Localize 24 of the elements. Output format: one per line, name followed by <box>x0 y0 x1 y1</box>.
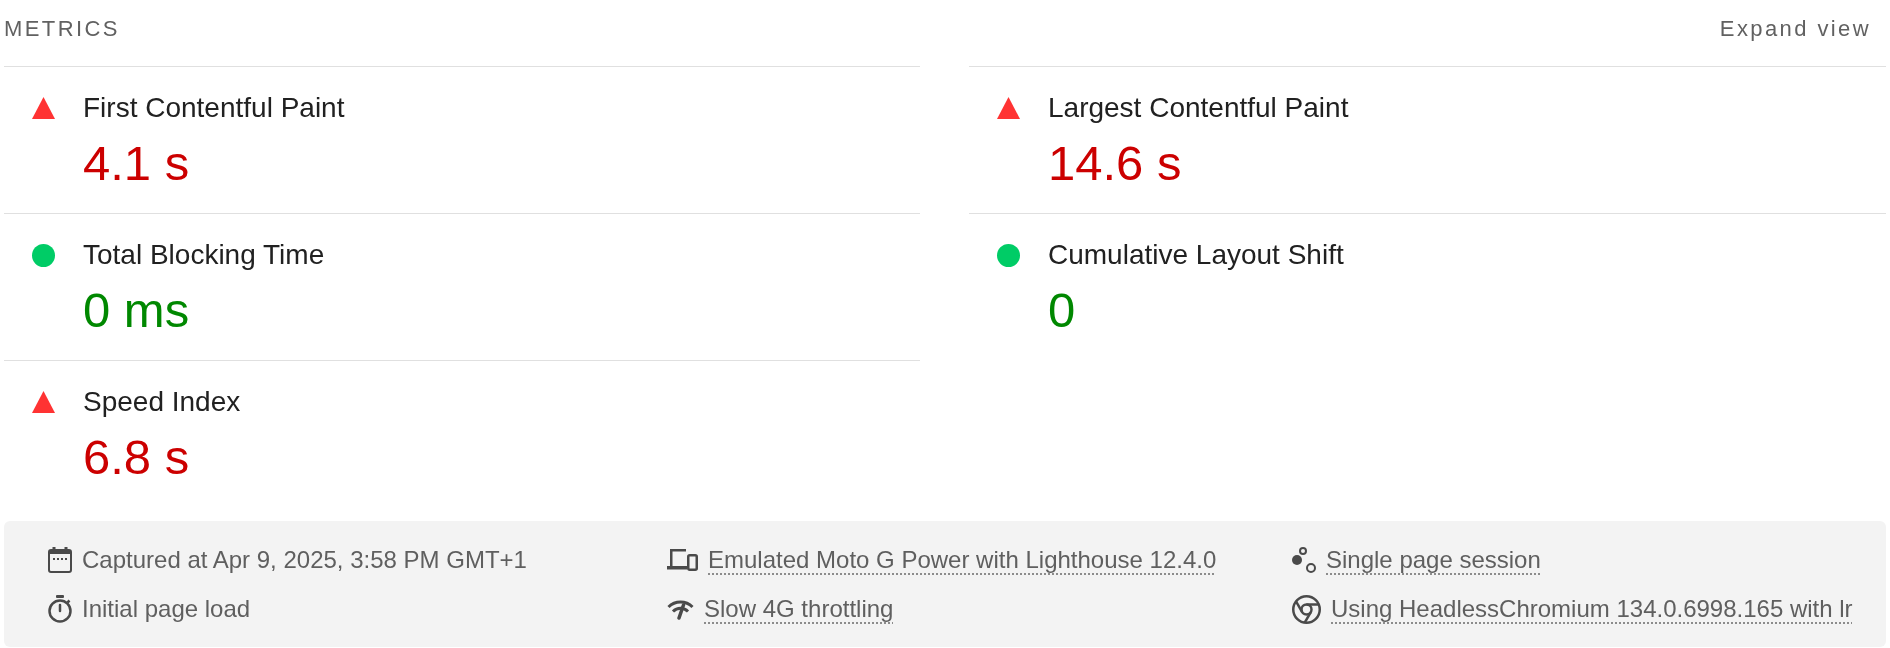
session-link[interactable]: Single page session <box>1326 546 1541 574</box>
metric-name: Cumulative Layout Shift <box>1048 239 1345 271</box>
metric-name: First Contentful Paint <box>83 92 346 124</box>
device-emulation-link[interactable]: Emulated Moto G Power with Lighthouse 12.4.0 <box>708 546 1217 574</box>
circles-icon <box>1292 547 1316 573</box>
metric-name: Largest Contentful Paint <box>1048 92 1350 124</box>
metric-value: 4.1 s <box>83 135 191 191</box>
metric-value: 0 ms <box>83 282 191 338</box>
capture-time-text: Captured at Apr 9, 2025, 3:58 PM GMT+1 <box>82 546 527 574</box>
signal-icon <box>667 598 694 620</box>
metric-value: 6.8 s <box>83 429 191 485</box>
metric-value: 0 <box>1048 282 1077 338</box>
expand-view-link[interactable]: Expand view <box>1719 16 1871 42</box>
stopwatch-icon <box>48 595 72 623</box>
section-title: METRICS <box>4 16 120 42</box>
calendar-icon <box>48 547 72 573</box>
metric-name: Total Blocking Time <box>83 239 326 271</box>
browser-icon <box>1292 594 1321 624</box>
throttling-link[interactable]: Slow 4G throttling <box>704 595 894 623</box>
laptop-phone-icon <box>667 549 698 571</box>
browser-version-link[interactable]: Using HeadlessChromium 134.0.6998.165 with lr <box>1331 595 1853 623</box>
metric-value: 14.6 s <box>1048 135 1183 191</box>
metric-name: Speed Index <box>83 386 242 418</box>
page-load-text: Initial page load <box>82 595 251 623</box>
